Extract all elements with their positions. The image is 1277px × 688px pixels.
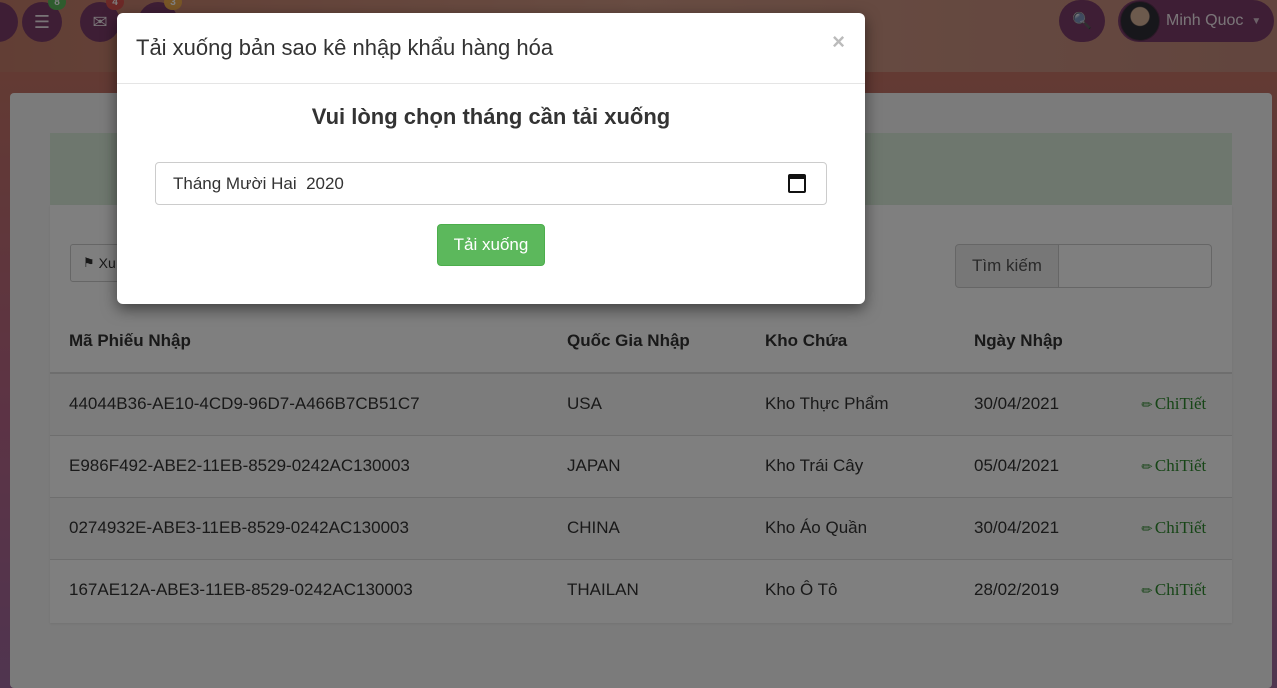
month-picker-value: Tháng Mười Hai 2020 <box>173 173 344 193</box>
calendar-icon[interactable] <box>788 174 806 193</box>
download-modal: Tải xuống bản sao kê nhập khẩu hàng hóa … <box>117 13 865 304</box>
modal-title: Tải xuống bản sao kê nhập khẩu hàng hóa <box>136 35 554 60</box>
modal-header: Tải xuống bản sao kê nhập khẩu hàng hóa … <box>117 13 865 84</box>
modal-instruction: Vui lòng chọn tháng cần tải xuống <box>311 104 671 129</box>
close-icon[interactable]: × <box>832 29 845 55</box>
month-picker-input[interactable]: Tháng Mười Hai 2020 <box>155 162 827 205</box>
download-button[interactable]: Tải xuống <box>437 224 545 266</box>
